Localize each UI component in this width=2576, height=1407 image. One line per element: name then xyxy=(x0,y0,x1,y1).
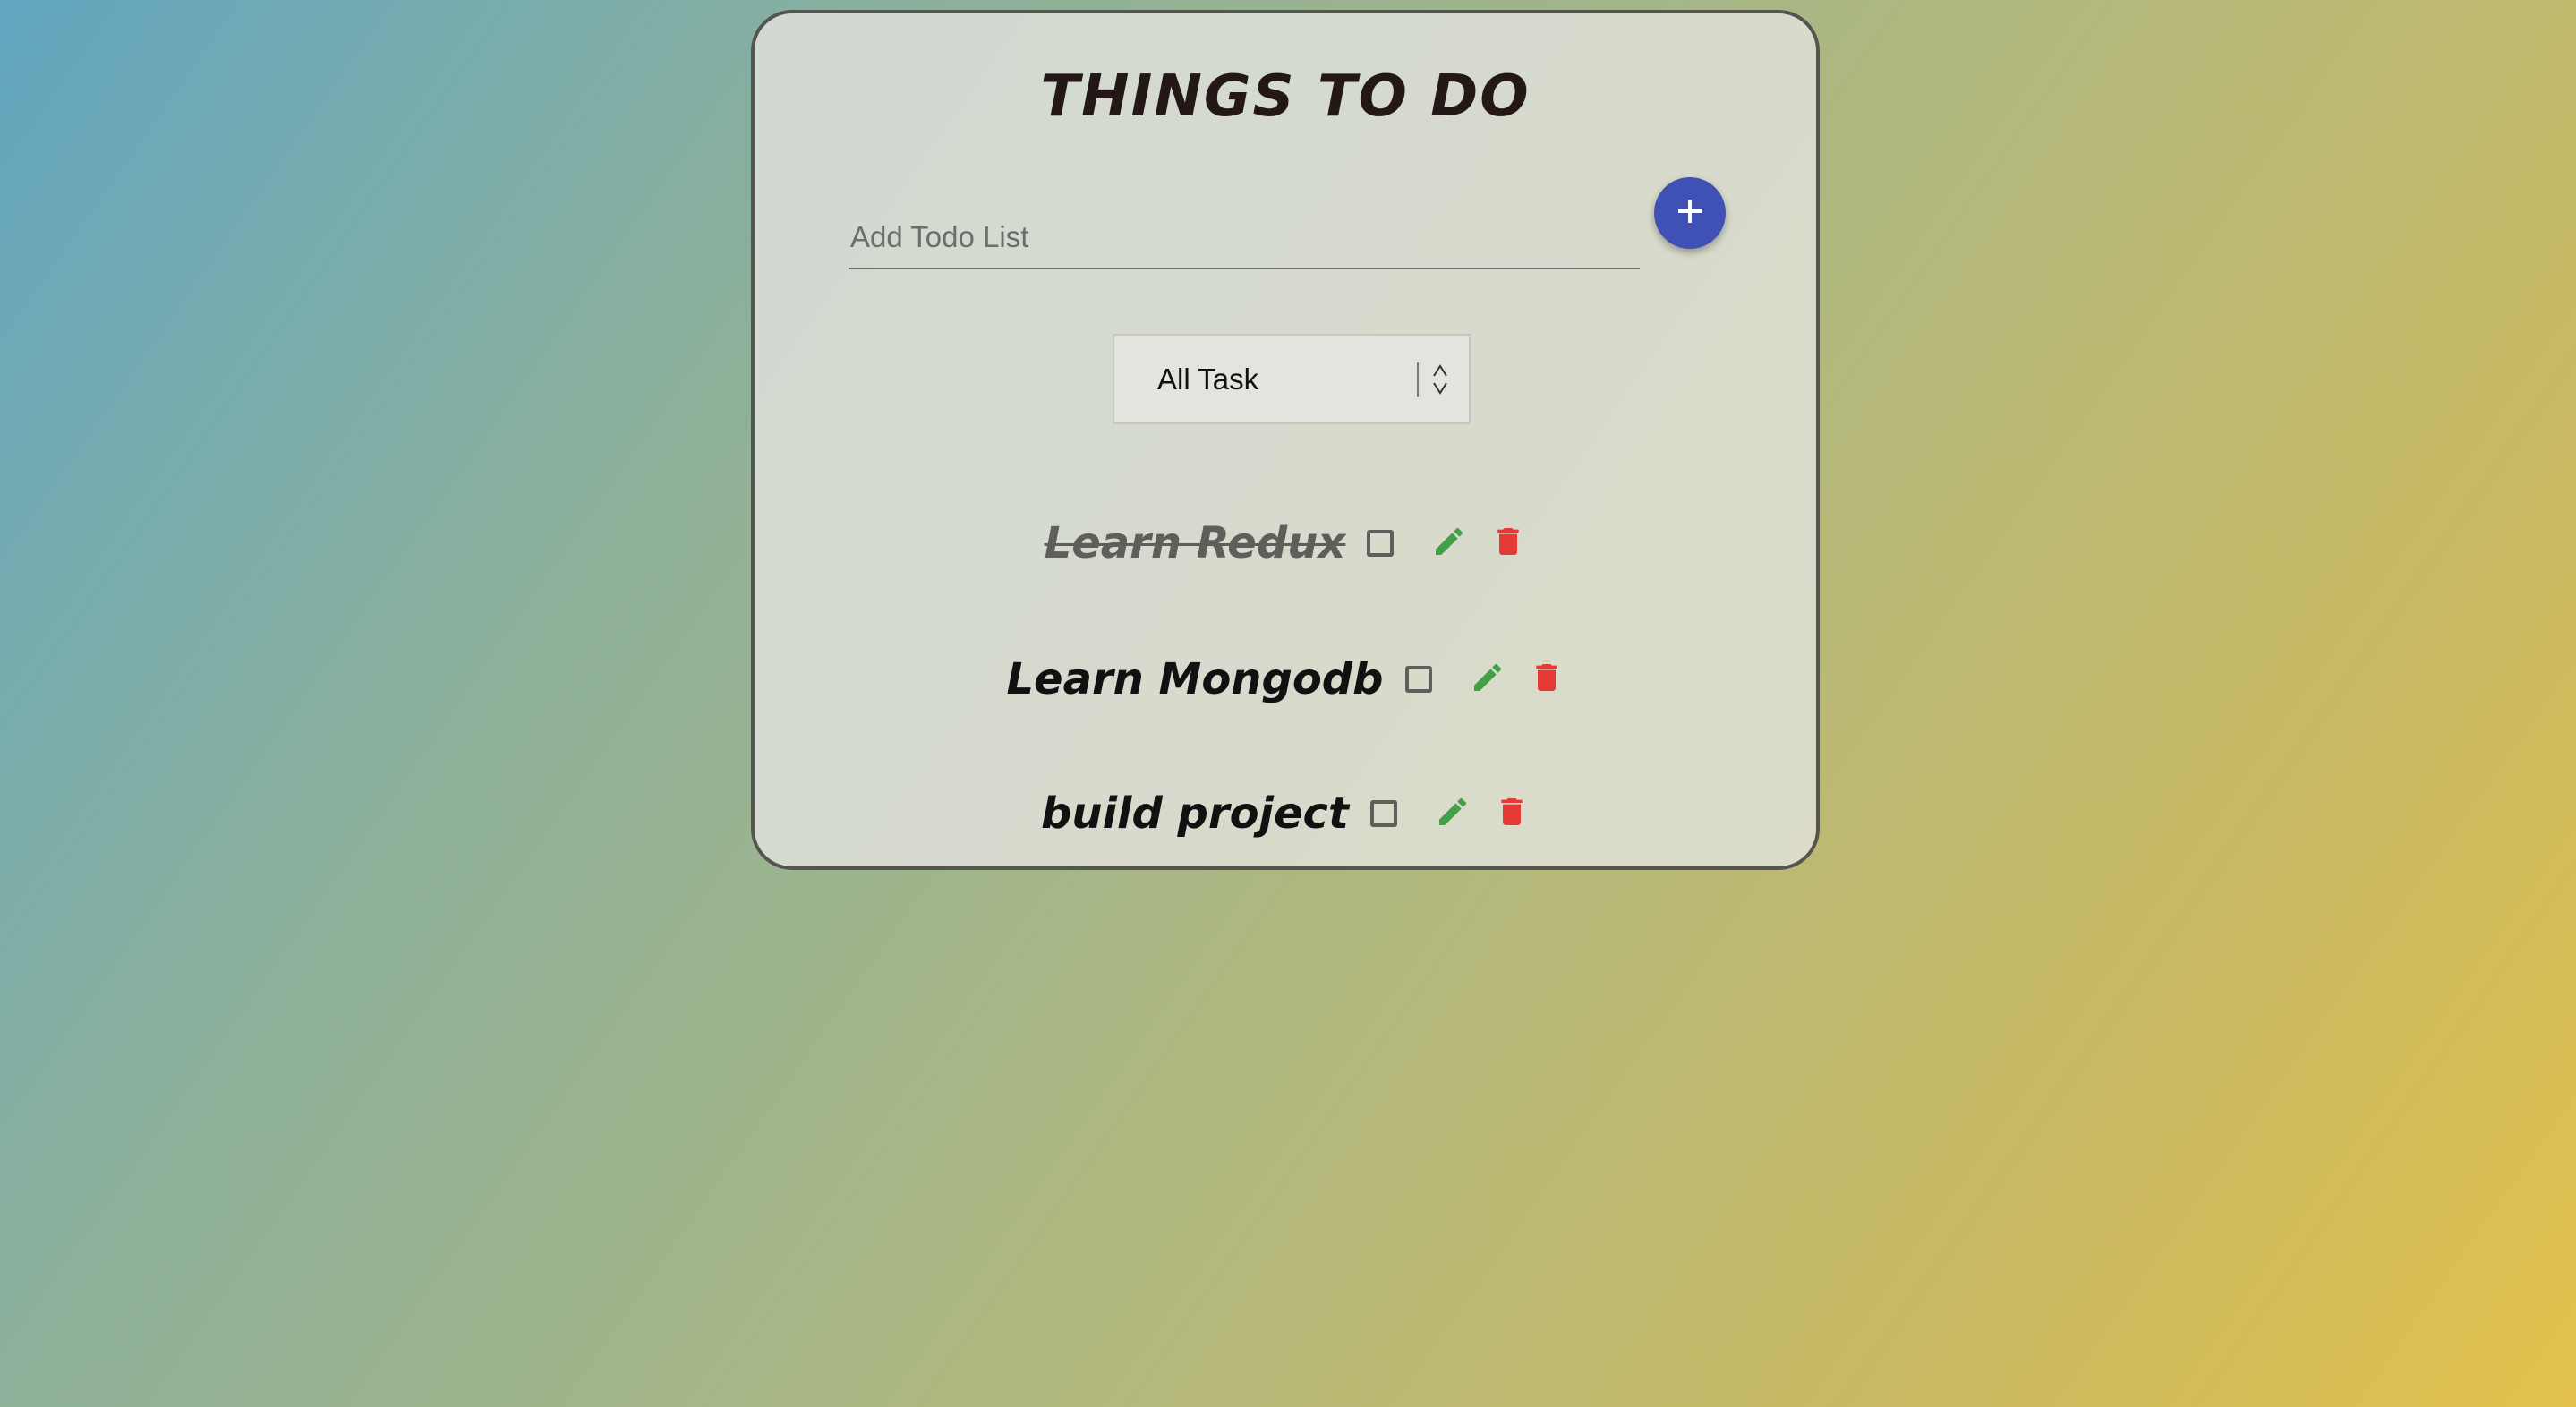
page-title: THINGS TO DO xyxy=(1040,64,1531,130)
delete-button[interactable] xyxy=(1494,794,1530,834)
add-todo-button[interactable] xyxy=(1654,177,1726,249)
delete-button[interactable] xyxy=(1490,524,1526,564)
select-divider xyxy=(1417,362,1419,397)
todo-card: THINGS TO DO All Task Learn Redux xyxy=(751,10,1820,870)
up-down-arrows-icon xyxy=(1426,362,1454,397)
pencil-icon xyxy=(1435,794,1471,834)
task-filter-value: All Task xyxy=(1157,362,1259,396)
trash-icon xyxy=(1490,524,1526,564)
todo-checkbox[interactable] xyxy=(1367,530,1395,557)
trash-icon xyxy=(1529,660,1565,700)
todo-checkbox[interactable] xyxy=(1404,666,1432,693)
pencil-icon xyxy=(1470,660,1506,700)
todo-item: Learn Redux xyxy=(755,518,1816,568)
todo-text: build project xyxy=(1041,789,1349,839)
delete-button[interactable] xyxy=(1529,660,1565,700)
todo-item: Learn Mongodb xyxy=(755,654,1816,704)
add-todo-input[interactable] xyxy=(849,207,1640,269)
todo-text: Learn Redux xyxy=(1044,518,1346,568)
todo-item: build project xyxy=(755,789,1816,839)
task-filter-select[interactable]: All Task xyxy=(1113,334,1471,424)
plus-icon xyxy=(1674,195,1706,232)
edit-button[interactable] xyxy=(1435,794,1471,834)
edit-button[interactable] xyxy=(1470,660,1506,700)
todo-text: Learn Mongodb xyxy=(1006,654,1384,704)
todo-checkbox[interactable] xyxy=(1369,800,1397,827)
pencil-icon xyxy=(1431,524,1467,564)
edit-button[interactable] xyxy=(1431,524,1467,564)
trash-icon xyxy=(1494,794,1530,834)
